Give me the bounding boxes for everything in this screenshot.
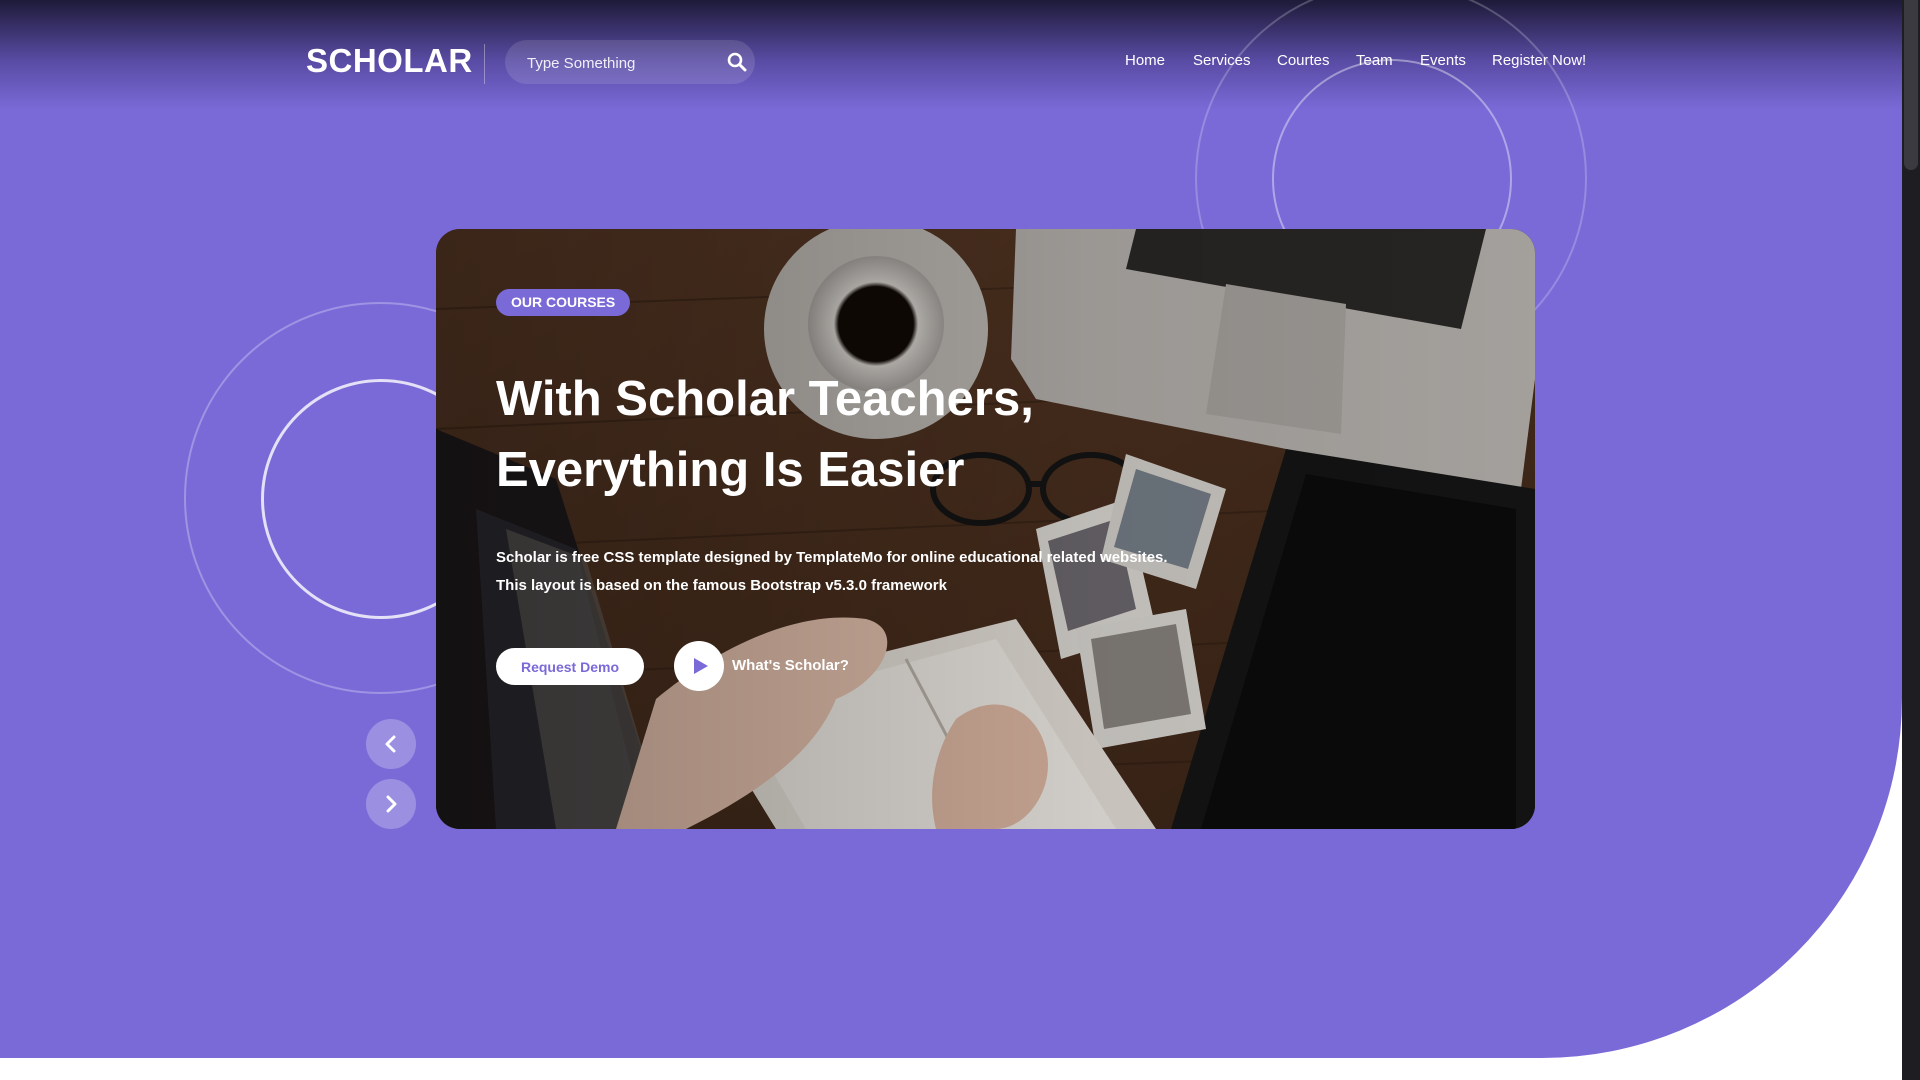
hero-slide-card: OUR COURSES With Scholar Teachers, Every… xyxy=(436,229,1535,829)
nav-register[interactable]: Register Now! xyxy=(1492,52,1586,69)
nav-services[interactable]: Services xyxy=(1193,52,1251,69)
carousel-prev-button[interactable] xyxy=(366,719,416,769)
image-overlay xyxy=(436,229,1535,829)
nav-courses[interactable]: Courtes xyxy=(1277,52,1330,69)
play-video-label[interactable]: What's Scholar? xyxy=(732,657,849,674)
hero-title-line: With Scholar Teachers, xyxy=(496,372,1034,426)
chevron-right-icon xyxy=(386,795,397,813)
page-scrollbar[interactable] xyxy=(1902,0,1920,1080)
nav-team[interactable]: Team xyxy=(1356,52,1393,69)
nav-events[interactable]: Events xyxy=(1420,52,1466,69)
category-badge: OUR COURSES xyxy=(496,289,631,316)
hero-title: With Scholar Teachers, Everything Is Eas… xyxy=(496,364,1196,506)
nav-home[interactable]: Home xyxy=(1125,52,1165,69)
chevron-left-icon xyxy=(385,735,396,753)
site-header: SCHOLAR Home Services Courtes Team Event… xyxy=(0,0,1902,110)
play-icon xyxy=(694,658,708,674)
main-nav: Home Services Courtes Team Events Regist… xyxy=(0,52,1902,76)
hero-title-line: Everything Is Easier xyxy=(496,443,965,497)
hero-description: Scholar is free CSS template designed by… xyxy=(496,549,1168,594)
scrollbar-thumb[interactable] xyxy=(1904,0,1918,170)
request-demo-button[interactable]: Request Demo xyxy=(496,648,644,685)
carousel-next-button[interactable] xyxy=(366,779,416,829)
play-video-button[interactable] xyxy=(674,641,724,691)
